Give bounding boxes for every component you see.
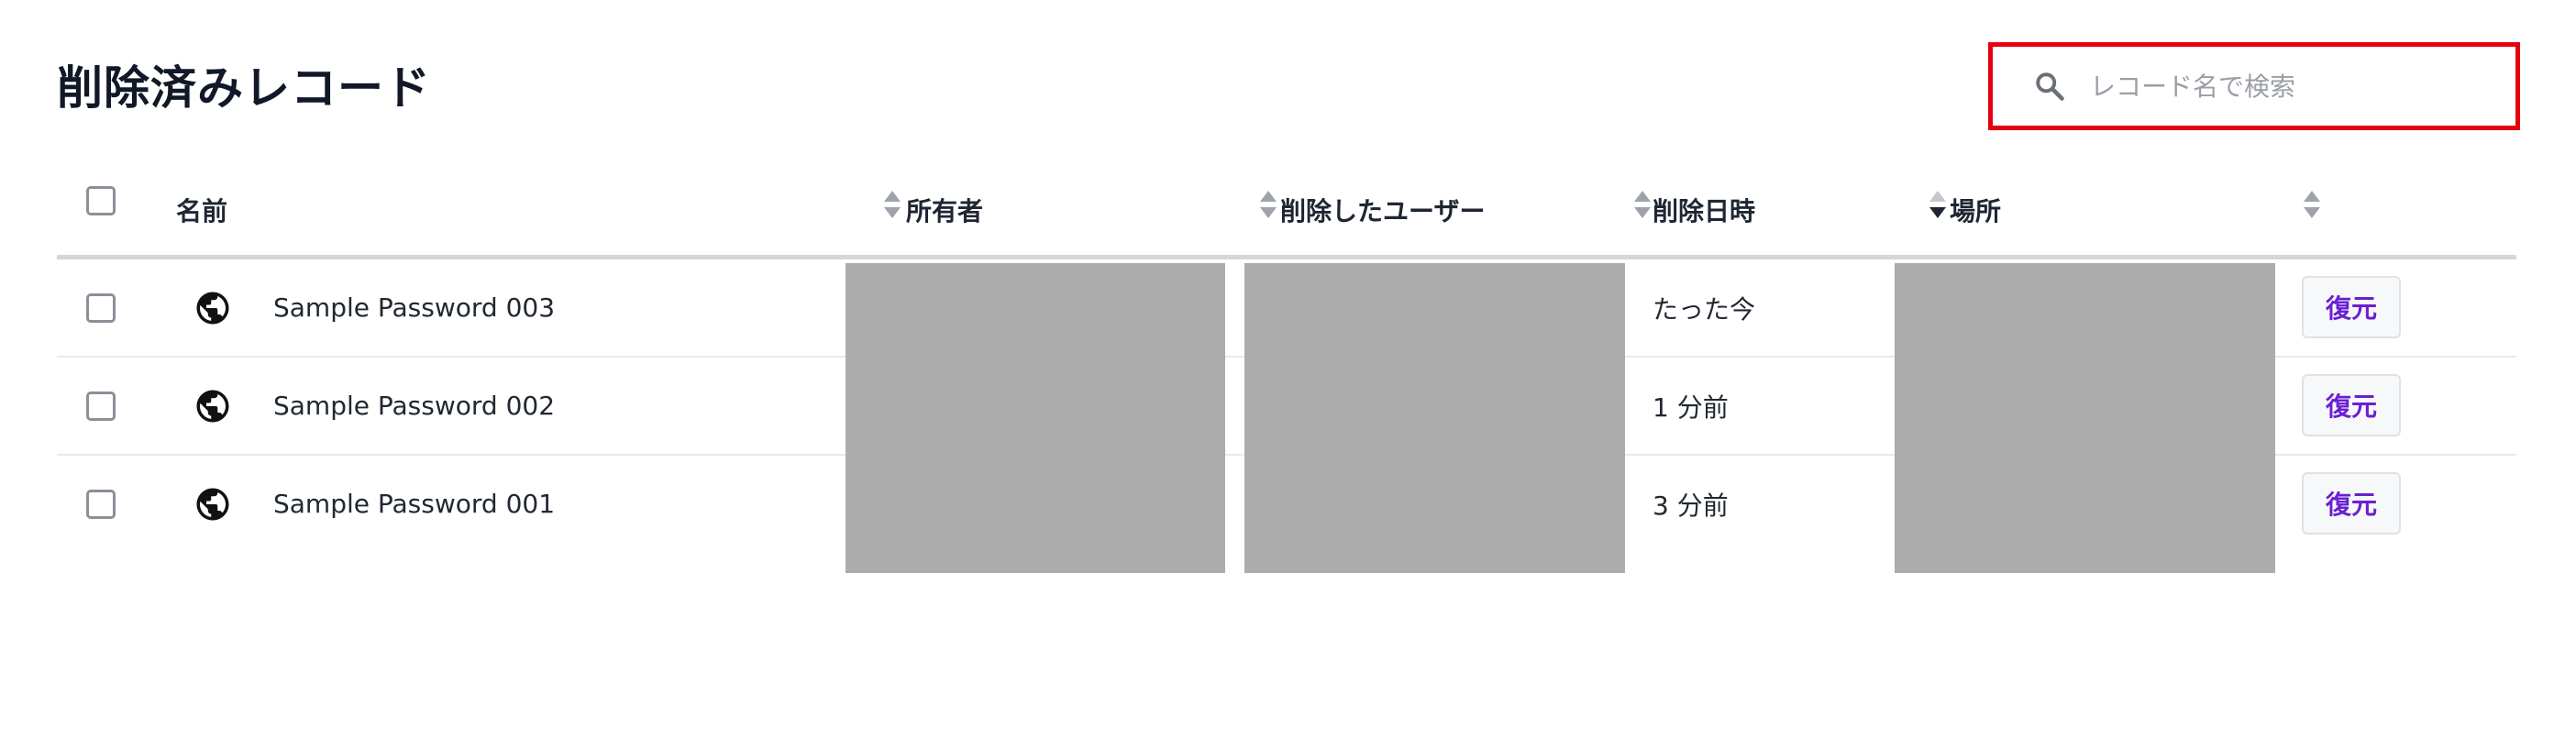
row-checkbox[interactable] <box>86 293 116 323</box>
redacted-location-column <box>1895 263 2275 573</box>
sort-icon[interactable] <box>1632 188 1653 221</box>
row-checkbox[interactable] <box>86 392 116 421</box>
column-label-name: 名前 <box>176 196 228 226</box>
deleted-records-page: 削除済みレコード 名前 所有者 削除したユーザー <box>0 0 2576 739</box>
redacted-owner-column <box>846 263 1225 573</box>
column-label-location: 場所 <box>1950 196 2002 226</box>
column-header-deleted-at[interactable]: 削除日時 <box>1653 165 1955 255</box>
record-name: Sample Password 003 <box>273 292 556 323</box>
column-label-owner: 所有者 <box>906 196 984 226</box>
restore-button[interactable]: 復元 <box>2302 276 2401 338</box>
sort-icon[interactable] <box>1258 188 1278 221</box>
globe-icon <box>196 390 229 423</box>
sort-icon[interactable] <box>882 188 902 221</box>
record-name: Sample Password 001 <box>273 489 556 519</box>
column-label-deleted-at: 削除日時 <box>1653 196 1756 226</box>
page-title: 削除済みレコード <box>57 61 431 115</box>
column-header-name[interactable]: 名前 <box>176 165 910 255</box>
globe-icon <box>196 292 229 325</box>
column-header-deleted-by[interactable]: 削除したユーザー <box>1280 165 1656 255</box>
deleted-at-value: 3 分前 <box>1653 490 1729 521</box>
search-icon <box>2036 72 2064 101</box>
deleted-at-value: 1 分前 <box>1653 392 1729 423</box>
row-checkbox[interactable] <box>86 490 116 519</box>
redacted-deleted-by-column <box>1244 263 1625 573</box>
search-box[interactable] <box>1988 42 2520 130</box>
column-label-deleted-by: 削除したユーザー <box>1280 196 1486 226</box>
select-all-checkbox[interactable] <box>86 186 116 215</box>
column-header-owner[interactable]: 所有者 <box>906 165 1282 255</box>
record-name: Sample Password 002 <box>273 391 556 421</box>
globe-icon <box>196 488 229 521</box>
restore-button[interactable]: 復元 <box>2302 374 2401 436</box>
table-header: 名前 所有者 削除したユーザー 削除日時 場所 <box>57 165 2516 259</box>
search-input[interactable] <box>2090 71 2493 102</box>
deleted-at-value: たった今 <box>1653 293 1756 325</box>
sort-descending-icon[interactable] <box>1928 188 1948 221</box>
column-header-location[interactable]: 場所 <box>1950 165 2326 255</box>
restore-button[interactable]: 復元 <box>2302 472 2401 535</box>
sort-icon[interactable] <box>2302 188 2322 221</box>
